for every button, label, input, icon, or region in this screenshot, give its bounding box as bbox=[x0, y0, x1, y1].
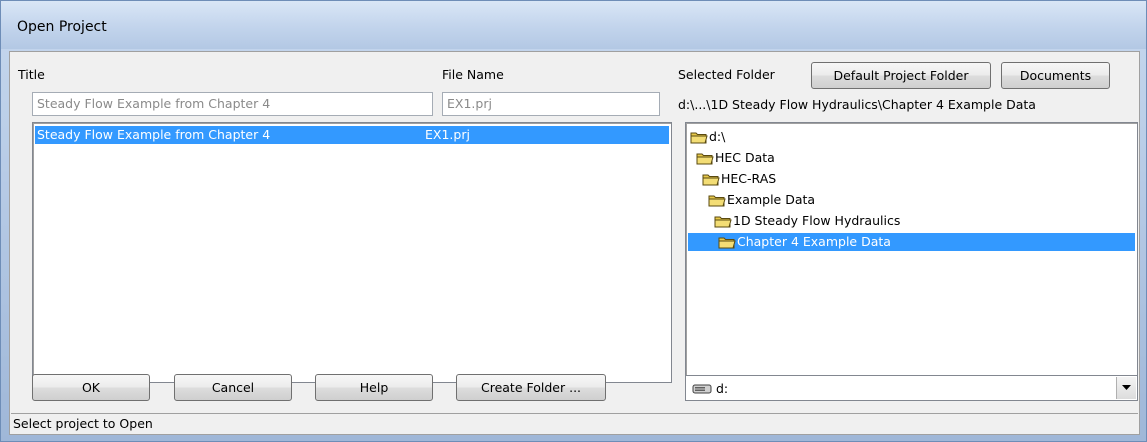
dialog-client-area: Title File Name Selected Folder Default … bbox=[9, 51, 1140, 435]
documents-button[interactable]: Documents bbox=[1001, 62, 1110, 89]
selected-folder-label: Selected Folder bbox=[678, 67, 775, 82]
file-name-label: File Name bbox=[442, 67, 504, 82]
open-folder-icon bbox=[696, 153, 714, 165]
folder-tree-item-1d-steady-flow[interactable]: 1D Steady Flow Hydraulics bbox=[714, 212, 904, 230]
folder-tree[interactable]: d:\ HEC Data HEC-RAS Example Data 1D Ste… bbox=[685, 122, 1138, 383]
help-button[interactable]: Help bbox=[315, 374, 433, 401]
open-folder-icon bbox=[714, 216, 732, 228]
title-label: Title bbox=[18, 67, 45, 82]
default-project-folder-button[interactable]: Default Project Folder bbox=[811, 62, 991, 89]
open-folder-icon bbox=[702, 174, 720, 186]
status-bar: Select project to Open bbox=[11, 413, 1138, 434]
file-name-field[interactable]: EX1.prj bbox=[442, 92, 660, 116]
open-project-window: Open Project Title File Name Selected Fo… bbox=[0, 0, 1147, 442]
folder-label: d:\ bbox=[709, 129, 726, 144]
folder-label: 1D Steady Flow Hydraulics bbox=[733, 213, 901, 228]
folder-label: HEC Data bbox=[715, 150, 775, 165]
folder-tree-item-example-data[interactable]: Example Data bbox=[708, 191, 819, 209]
project-list[interactable]: Steady Flow Example from Chapter 4 EX1.p… bbox=[32, 122, 672, 383]
selected-folder-path: d:\...\1D Steady Flow Hydraulics\Chapter… bbox=[678, 97, 1036, 112]
ok-button[interactable]: OK bbox=[32, 374, 150, 401]
open-folder-icon bbox=[718, 237, 736, 249]
drive-label: d: bbox=[716, 381, 729, 396]
title-bar[interactable]: Open Project bbox=[1, 1, 1146, 49]
project-list-item[interactable]: Steady Flow Example from Chapter 4 EX1.p… bbox=[35, 126, 669, 144]
open-folder-icon bbox=[690, 132, 708, 144]
folder-label: HEC-RAS bbox=[721, 171, 777, 186]
create-folder-button[interactable]: Create Folder ... bbox=[456, 374, 606, 401]
status-text: Select project to Open bbox=[13, 416, 153, 431]
folder-tree-item-drive[interactable]: d:\ bbox=[690, 128, 729, 146]
folder-tree-item-chapter-4[interactable]: Chapter 4 Example Data bbox=[688, 233, 1135, 251]
folder-tree-item-hec-ras[interactable]: HEC-RAS bbox=[702, 170, 780, 188]
folder-label: Chapter 4 Example Data bbox=[737, 234, 891, 249]
folder-tree-item-hec-data[interactable]: HEC Data bbox=[696, 149, 779, 167]
project-file-cell: EX1.prj bbox=[425, 127, 470, 142]
cancel-button[interactable]: Cancel bbox=[174, 374, 292, 401]
drive-combo-value: d: bbox=[692, 381, 728, 396]
window-title: Open Project bbox=[17, 19, 107, 35]
project-title-cell: Steady Flow Example from Chapter 4 bbox=[37, 127, 271, 142]
drive-combo[interactable]: d: bbox=[685, 375, 1138, 401]
open-folder-icon bbox=[708, 195, 726, 207]
title-field[interactable]: Steady Flow Example from Chapter 4 bbox=[32, 92, 433, 116]
chevron-down-icon[interactable] bbox=[1116, 377, 1136, 399]
drive-icon bbox=[692, 384, 712, 393]
folder-label: Example Data bbox=[727, 192, 816, 207]
